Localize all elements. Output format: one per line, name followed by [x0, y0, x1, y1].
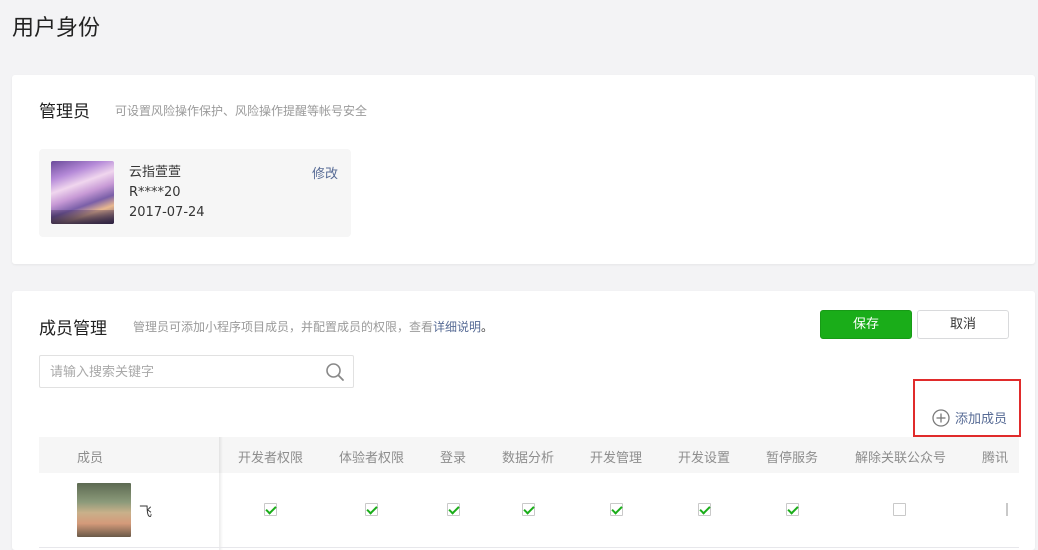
column-header-unlink-account: 解除关联公众号: [855, 451, 947, 466]
column-header-tencent: 腾讯: [982, 451, 1009, 466]
table-row-divider: [39, 547, 1019, 548]
permission-checkbox-developer[interactable]: [264, 503, 277, 516]
member-avatar: [77, 483, 131, 537]
member-name: 飞: [139, 505, 153, 520]
permission-checkbox-suspend-service[interactable]: [786, 503, 799, 516]
add-member-label: 添加成员: [955, 412, 1008, 427]
save-button[interactable]: 保存: [820, 310, 912, 339]
column-header-developer: 开发者权限: [238, 451, 304, 466]
cancel-button[interactable]: 取消: [917, 310, 1009, 339]
add-circle-icon: [932, 408, 950, 427]
members-section-title: 成员管理: [39, 319, 107, 339]
column-header-tester: 体验者权限: [339, 451, 405, 466]
column-header-suspend-service: 暂停服务: [766, 451, 819, 466]
column-header-data-analysis: 数据分析: [502, 451, 555, 466]
members-description-suffix: 。: [481, 320, 494, 334]
page-title: 用户身份: [12, 16, 101, 41]
members-table-header: 成员 开发者权限 体验者权限 登录 数据分析 开发管理 开发设置 暂停服务 解除…: [39, 437, 1019, 473]
search-box: [39, 355, 354, 388]
search-icon[interactable]: [325, 362, 345, 382]
column-header-login: 登录: [440, 451, 467, 466]
permission-checkbox-tester[interactable]: [365, 503, 378, 516]
admin-info: 云指萱萱 R****20 2017-07-24: [129, 163, 205, 223]
sticky-column-shadow: [219, 437, 223, 550]
permission-checkbox-tencent-partial[interactable]: [1006, 503, 1008, 516]
permission-checkbox-login[interactable]: [447, 503, 460, 516]
members-section-description: 管理员可添加小程序项目成员，并配置成员的权限，查看详细说明。: [133, 318, 493, 335]
members-card: 成员管理 管理员可添加小程序项目成员，并配置成员的权限，查看详细说明。 保存 取…: [12, 291, 1035, 550]
permission-checkbox-unlink-account[interactable]: [893, 503, 906, 516]
admin-name: 云指萱萱: [129, 165, 182, 180]
permission-checkbox-dev-settings[interactable]: [698, 503, 711, 516]
admin-avatar: [51, 161, 114, 224]
members-description-text: 管理员可添加小程序项目成员，并配置成员的权限，查看: [133, 320, 434, 334]
permission-checkbox-dev-management[interactable]: [610, 503, 623, 516]
column-header-dev-management: 开发管理: [590, 451, 643, 466]
add-member-button[interactable]: 添加成员: [932, 408, 1007, 427]
search-input[interactable]: [50, 362, 320, 382]
column-header-member: 成员: [77, 451, 104, 466]
admin-account: R****20: [129, 185, 181, 200]
admin-edit-link[interactable]: 修改: [312, 163, 338, 182]
details-link[interactable]: 详细说明: [433, 320, 481, 334]
admin-section-title: 管理员: [39, 102, 90, 122]
permission-checkbox-data-analysis[interactable]: [522, 503, 535, 516]
admin-info-box: 云指萱萱 R****20 2017-07-24 修改: [39, 149, 351, 237]
admin-section-description: 可设置风险操作保护、风险操作提醒等帐号安全: [115, 104, 368, 118]
admin-date: 2017-07-24: [129, 205, 205, 220]
column-header-dev-settings: 开发设置: [678, 451, 731, 466]
admin-card: 管理员 可设置风险操作保护、风险操作提醒等帐号安全 云指萱萱 R****20 2…: [12, 75, 1035, 264]
